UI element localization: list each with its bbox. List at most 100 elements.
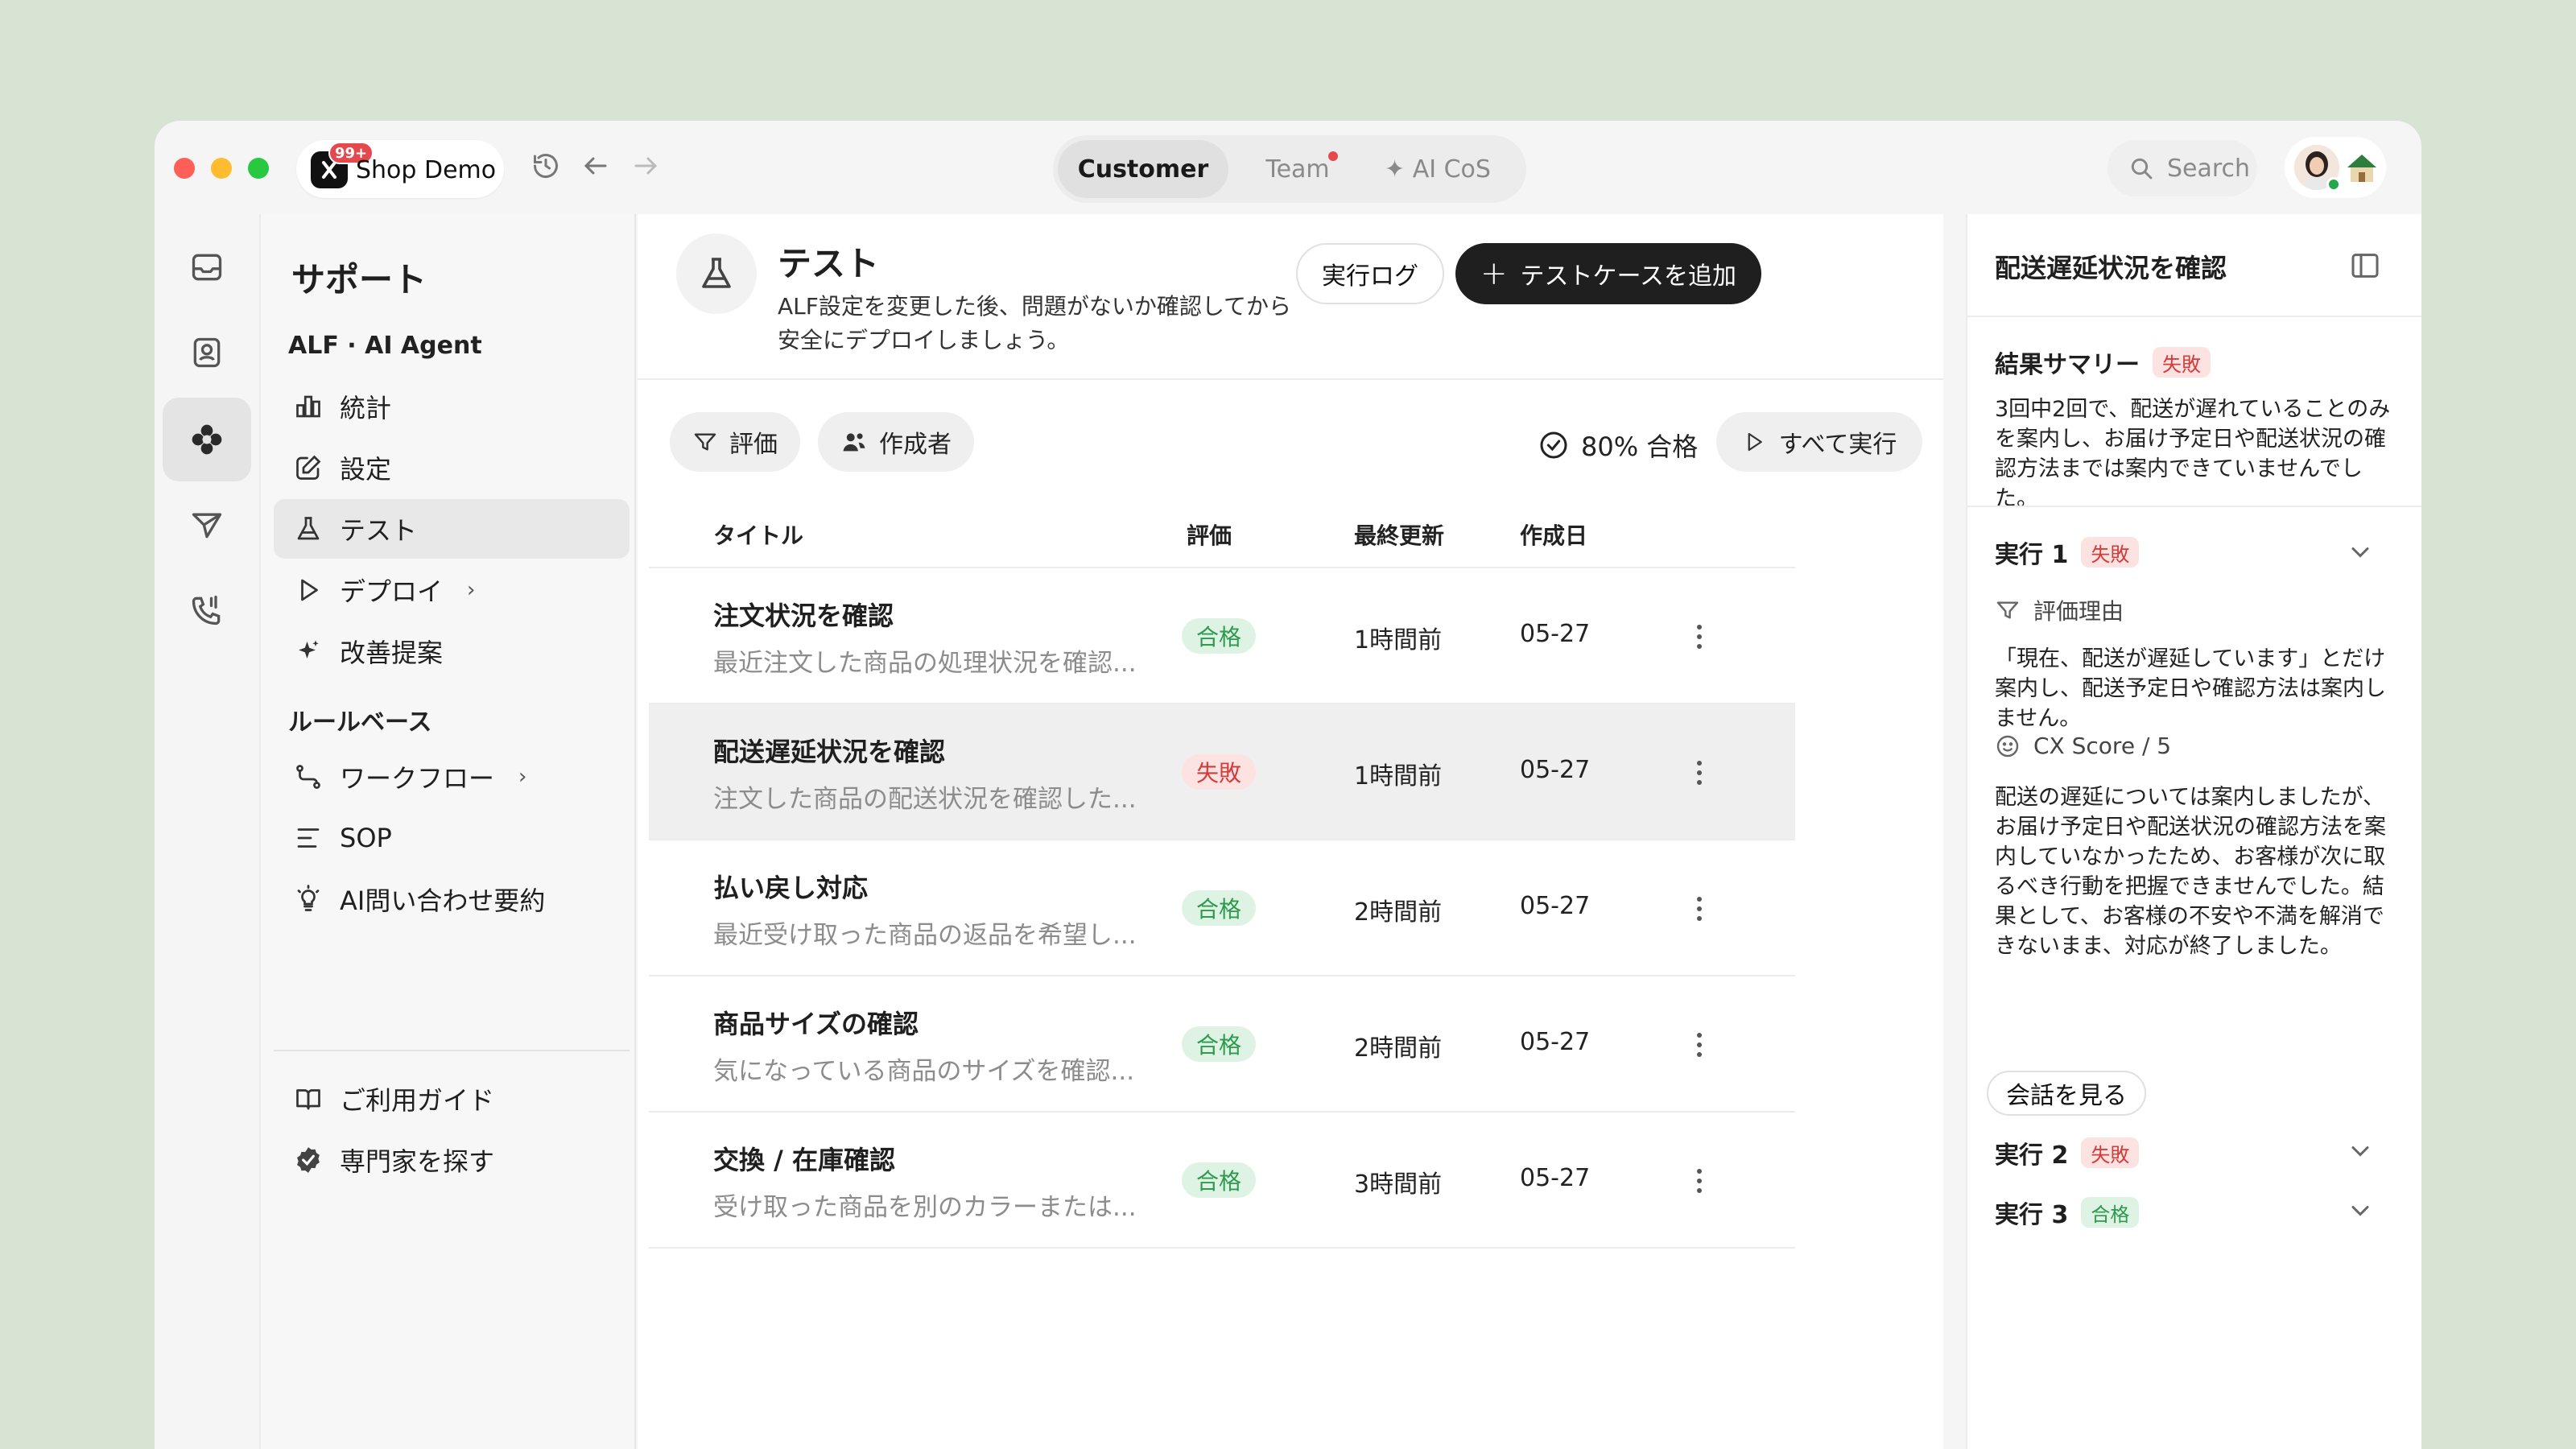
- sidebar-item-settings[interactable]: 設定: [274, 438, 630, 497]
- sidebar-item-label: 改善提案: [340, 638, 444, 668]
- panel-header: 配送遅延状況を確認: [1967, 214, 2421, 317]
- back-arrow-icon[interactable]: [580, 150, 612, 182]
- more-options-icon[interactable]: [1687, 753, 1711, 793]
- main-content: テスト ALF設定を変更した後、問題がないか確認してから安全にデプロイしましょう…: [638, 214, 1943, 1449]
- eval-reason-label: 評価理由: [2033, 598, 2124, 625]
- sidebar-item-deploy[interactable]: デプロイ ›: [274, 560, 630, 620]
- tab-ai-cos[interactable]: ✦ AI CoS: [1367, 140, 1509, 198]
- contacts-icon[interactable]: [163, 311, 251, 394]
- table-row[interactable]: 配送遅延状況を確認 注文した商品の配送状況を確認した... 失敗 1時間前 05…: [649, 704, 1795, 840]
- eval-reason-heading: 評価理由: [1995, 594, 2124, 626]
- row-title: 払い戻し対応: [713, 873, 869, 903]
- ai-agent-icon[interactable]: [163, 398, 251, 481]
- run-2-label: 実行 2: [1995, 1141, 2069, 1170]
- filter-author-button[interactable]: 作成者: [818, 412, 974, 472]
- tab-team[interactable]: Team: [1228, 140, 1367, 198]
- chevron-up-icon[interactable]: [2346, 538, 2375, 567]
- sidebar-item-label: SOP: [340, 823, 392, 853]
- filter-eval-button[interactable]: 評価: [670, 412, 800, 472]
- status-badge: 合格: [1182, 1026, 1257, 1062]
- eval-reason-text: 「現在、配送が遅延しています」とだけ案内し、配送予定日や確認方法は案内しません。: [1995, 646, 2386, 731]
- run-1-label: 実行 1: [1995, 541, 2069, 569]
- more-options-icon[interactable]: [1687, 889, 1711, 929]
- add-test-case-button[interactable]: + テストケースを追加: [1455, 243, 1761, 304]
- sidebar-item-sop[interactable]: SOP: [274, 808, 630, 868]
- user-avatars[interactable]: [2285, 137, 2386, 198]
- row-created: 05-27: [1520, 620, 1591, 648]
- history-icon[interactable]: [530, 150, 562, 182]
- table-row[interactable]: 払い戻し対応 最近受け取った商品の返品を希望し... 合格 2時間前 05-27: [649, 840, 1795, 976]
- filter-eval-label: 評価: [729, 431, 778, 459]
- sidebar-toggle-icon[interactable]: [2349, 250, 2381, 282]
- row-description: 注文した商品の配送状況を確認した...: [713, 785, 1137, 814]
- column-eval[interactable]: 評価: [1187, 518, 1232, 551]
- forward-arrow-icon[interactable]: [630, 150, 662, 182]
- column-title[interactable]: タイトル: [713, 518, 803, 551]
- sidebar-item-find-expert[interactable]: 専門家を探す: [274, 1130, 630, 1190]
- table-row[interactable]: 交換 / 在庫確認 受け取った商品を別のカラーまたは... 合格 3時間前 05…: [649, 1113, 1795, 1249]
- page-title: テスト: [778, 244, 880, 283]
- run-2-heading[interactable]: 実行 2 失敗: [1995, 1135, 2140, 1170]
- more-options-icon[interactable]: [1687, 1161, 1711, 1201]
- sidebar-item-ai-summary[interactable]: AI問い合わせ要約: [274, 869, 630, 929]
- add-test-case-label: テストケースを追加: [1520, 262, 1737, 291]
- pass-rate-label: 80% 合格: [1581, 431, 1699, 462]
- row-description: 最近注文した商品の処理状況を確認...: [713, 649, 1137, 678]
- workspace-switcher[interactable]: 99+ Shop Demo: [296, 140, 504, 198]
- section-rule-based: ルールベース: [288, 708, 432, 737]
- row-title: 交換 / 在庫確認: [713, 1145, 895, 1175]
- tab-customer[interactable]: Customer: [1058, 140, 1228, 198]
- status-badge: 失敗: [2081, 537, 2140, 568]
- online-status-dot: [2326, 177, 2341, 192]
- workflow-icon: [291, 760, 325, 794]
- page-description: ALF設定を変更した後、問題がないか確認してから安全にデプロイしましょう。: [778, 293, 1292, 353]
- status-badge: 合格: [2081, 1197, 2140, 1228]
- table-row[interactable]: 注文状況を確認 最近注文した商品の処理状況を確認... 合格 1時間前 05-2…: [649, 568, 1795, 704]
- minimize-window-button[interactable]: [211, 158, 232, 179]
- close-window-button[interactable]: [174, 158, 195, 179]
- chevron-down-icon[interactable]: [2346, 1137, 2375, 1166]
- test-case-table: タイトル 評価 最終更新 作成日 注文状況を確認 最近注文した商品の処理状況を確…: [649, 501, 1795, 1249]
- sidebar-item-stats[interactable]: 統計: [274, 377, 630, 436]
- sidebar-item-label: 専門家を探す: [340, 1146, 495, 1177]
- search-button[interactable]: Search: [2107, 140, 2257, 196]
- sidebar-item-workflow[interactable]: ワークフロー ›: [274, 747, 630, 807]
- sidebar-title: サポート: [291, 260, 427, 299]
- panel-divider: [1967, 506, 2421, 507]
- run-3-heading[interactable]: 実行 3 合格: [1995, 1195, 2140, 1230]
- inbox-icon[interactable]: [163, 225, 251, 309]
- row-description: 受け取った商品を別のカラーまたは...: [713, 1193, 1137, 1222]
- column-created[interactable]: 作成日: [1520, 518, 1587, 551]
- column-updated[interactable]: 最終更新: [1354, 518, 1444, 551]
- send-icon[interactable]: [163, 483, 251, 567]
- chevron-down-icon[interactable]: [2346, 1196, 2375, 1225]
- check-circle-icon: [1540, 431, 1567, 459]
- filter-icon: [1996, 601, 2019, 619]
- status-badge: 合格: [1182, 890, 1257, 926]
- phone-icon[interactable]: [163, 568, 251, 652]
- row-updated: 2時間前: [1354, 1034, 1443, 1063]
- app-window: 99+ Shop Demo Customer Team ✦ AI CoS Sea…: [155, 121, 2421, 1449]
- more-options-icon[interactable]: [1687, 617, 1711, 657]
- run-1-heading[interactable]: 実行 1 失敗: [1995, 535, 2140, 570]
- view-conversation-button[interactable]: 会話を見る: [1987, 1071, 2146, 1116]
- sidebar-item-test[interactable]: テスト: [274, 499, 630, 559]
- run-all-button[interactable]: すべて実行: [1716, 412, 1922, 472]
- more-options-icon[interactable]: [1687, 1025, 1711, 1065]
- sidebar-item-guide[interactable]: ご利用ガイド: [274, 1069, 630, 1129]
- status-badge: 失敗: [2081, 1137, 2140, 1168]
- sidebar-item-suggestions[interactable]: 改善提案: [274, 621, 630, 681]
- table-row[interactable]: 商品サイズの確認 気になっている商品のサイズを確認... 合格 2時間前 05-…: [649, 976, 1795, 1113]
- pass-rate: 80% 合格: [1538, 427, 1698, 464]
- maximize-window-button[interactable]: [248, 158, 269, 179]
- unread-dot: [1328, 151, 1338, 161]
- row-created: 05-27: [1520, 756, 1591, 784]
- run-log-button[interactable]: 実行ログ: [1296, 243, 1444, 304]
- search-label: Search: [2167, 154, 2251, 183]
- row-updated: 1時間前: [1354, 626, 1443, 654]
- flask-icon: [291, 512, 325, 546]
- bar-chart-icon: [291, 390, 325, 423]
- status-badge: 合格: [1182, 1162, 1257, 1198]
- sidebar-item-label: ご利用ガイド: [340, 1085, 495, 1116]
- smile-icon: [1996, 735, 2019, 757]
